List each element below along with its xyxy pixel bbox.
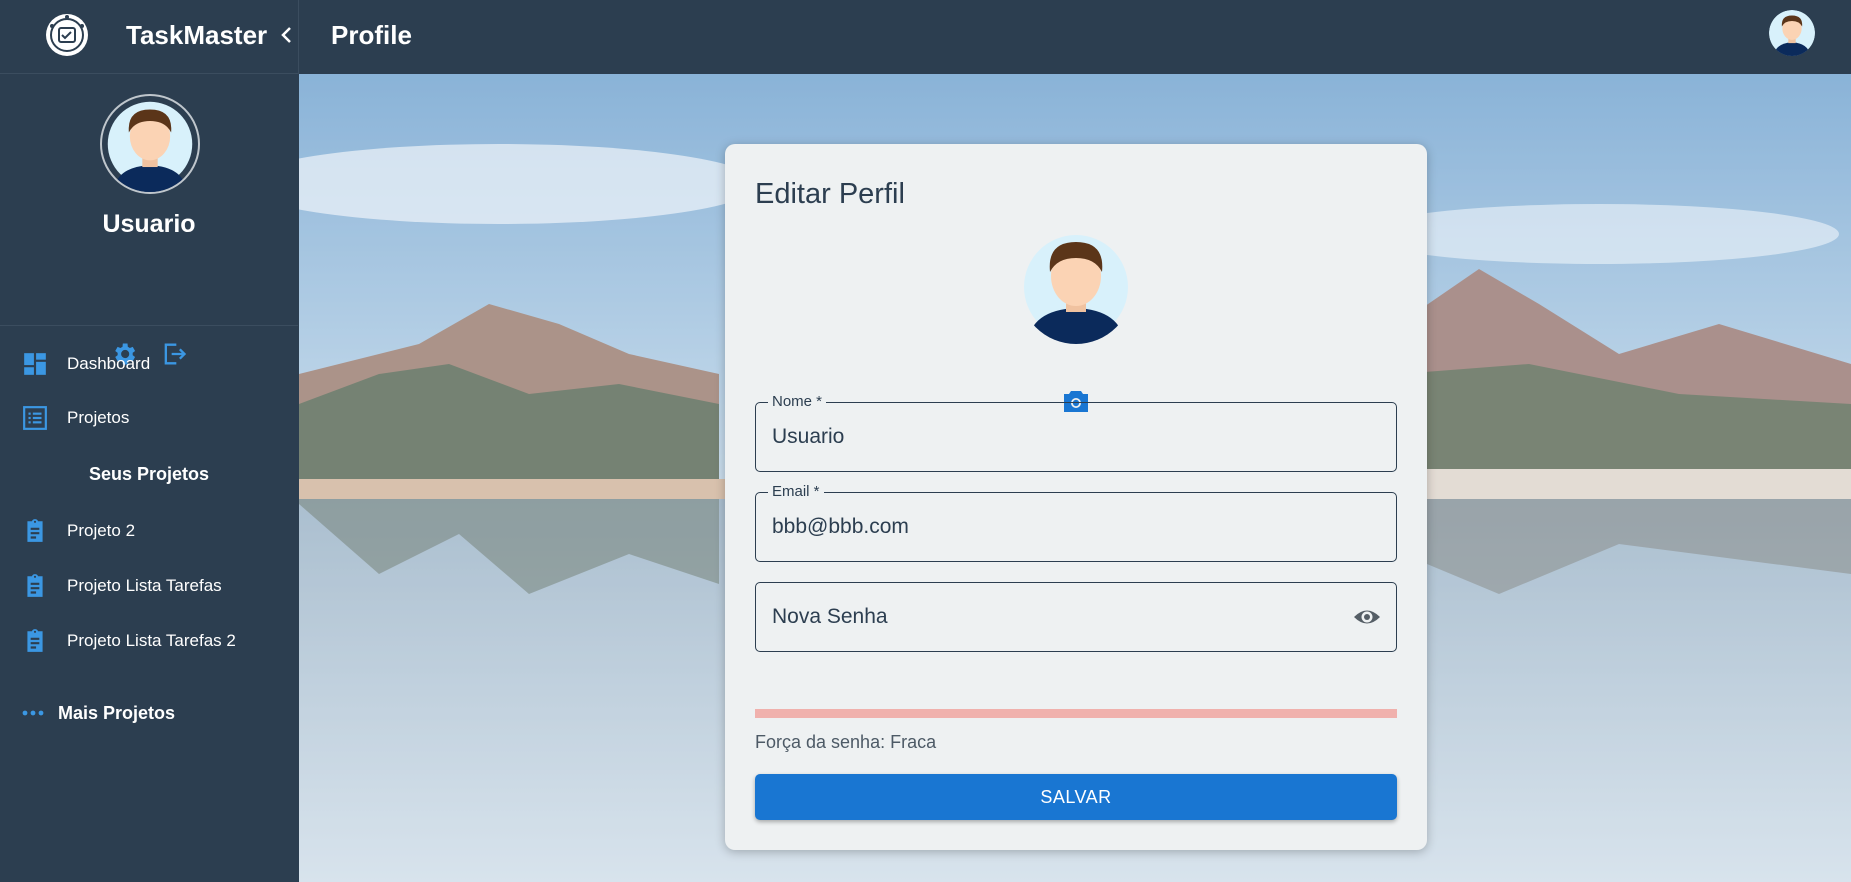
sidebar-item-projeto-lista-tarefas[interactable]: Projeto Lista Tarefas bbox=[0, 566, 298, 606]
user-avatar-icon bbox=[1769, 10, 1815, 56]
main-content: Editar Perfil Nome * Email * bbox=[299, 74, 1851, 882]
name-input[interactable] bbox=[772, 421, 1332, 453]
sidebar-item-label: Dashboard bbox=[67, 354, 151, 373]
sidebar-item-dashboard[interactable]: Dashboard bbox=[0, 344, 298, 384]
sidebar-header: TaskMaster bbox=[0, 0, 298, 74]
name-field-label: Nome * bbox=[768, 393, 827, 410]
clipboard-icon bbox=[27, 574, 43, 597]
chevron-left-icon[interactable] bbox=[278, 22, 296, 48]
edit-profile-card: Editar Perfil Nome * Email * bbox=[725, 144, 1427, 850]
more-horizontal-icon bbox=[22, 710, 44, 716]
app-name: TaskMaster bbox=[126, 20, 268, 50]
sidebar-username: Usuario bbox=[102, 210, 196, 238]
sidebar-item-projeto-2[interactable]: Projeto 2 bbox=[0, 511, 298, 551]
sidebar-item-label: Projeto Lista Tarefas 2 bbox=[67, 631, 236, 650]
eye-icon[interactable] bbox=[1352, 605, 1382, 629]
sidebar-user-panel: Usuario bbox=[0, 74, 298, 365]
header-avatar[interactable] bbox=[1769, 10, 1815, 56]
clipboard-icon bbox=[27, 629, 43, 652]
password-strength-text: Força da senha: Fraca bbox=[755, 732, 937, 752]
user-avatar-icon bbox=[1024, 235, 1128, 344]
sidebar-item-label: Projeto 2 bbox=[67, 521, 136, 540]
more-projects-button[interactable]: Mais Projetos bbox=[22, 698, 175, 728]
dashboard-icon bbox=[24, 353, 46, 375]
sidebar-item-label: Projeto Lista Tarefas bbox=[67, 576, 222, 595]
app-logo-icon bbox=[46, 14, 88, 56]
user-avatar-icon bbox=[107, 101, 193, 192]
projects-heading: Seus Projetos bbox=[88, 464, 210, 484]
email-input[interactable] bbox=[772, 511, 1332, 543]
top-bar: Profile bbox=[298, 0, 1851, 74]
page-title: Profile bbox=[331, 20, 412, 50]
new-password-input[interactable] bbox=[772, 601, 1332, 633]
clipboard-icon bbox=[27, 519, 43, 542]
sidebar-item-projetos[interactable]: Projetos bbox=[0, 398, 298, 438]
name-field: Nome * bbox=[755, 393, 1397, 472]
sidebar-item-projeto-lista-tarefas-2[interactable]: Projeto Lista Tarefas 2 bbox=[0, 621, 298, 661]
email-field: Email * bbox=[755, 483, 1397, 562]
password-field bbox=[755, 582, 1397, 652]
sidebar-avatar bbox=[100, 94, 200, 194]
sidebar: TaskMaster Usuario bbox=[0, 0, 298, 882]
more-projects-label: Mais Projetos bbox=[58, 702, 176, 723]
sidebar-item-label: Projetos bbox=[67, 408, 130, 427]
password-strength-bar bbox=[755, 709, 1397, 718]
email-field-label: Email * bbox=[768, 483, 824, 500]
form-title: Editar Perfil bbox=[755, 178, 905, 210]
save-button[interactable]: SALVAR bbox=[755, 774, 1397, 820]
list-icon bbox=[23, 406, 47, 430]
profile-avatar bbox=[1019, 230, 1133, 344]
